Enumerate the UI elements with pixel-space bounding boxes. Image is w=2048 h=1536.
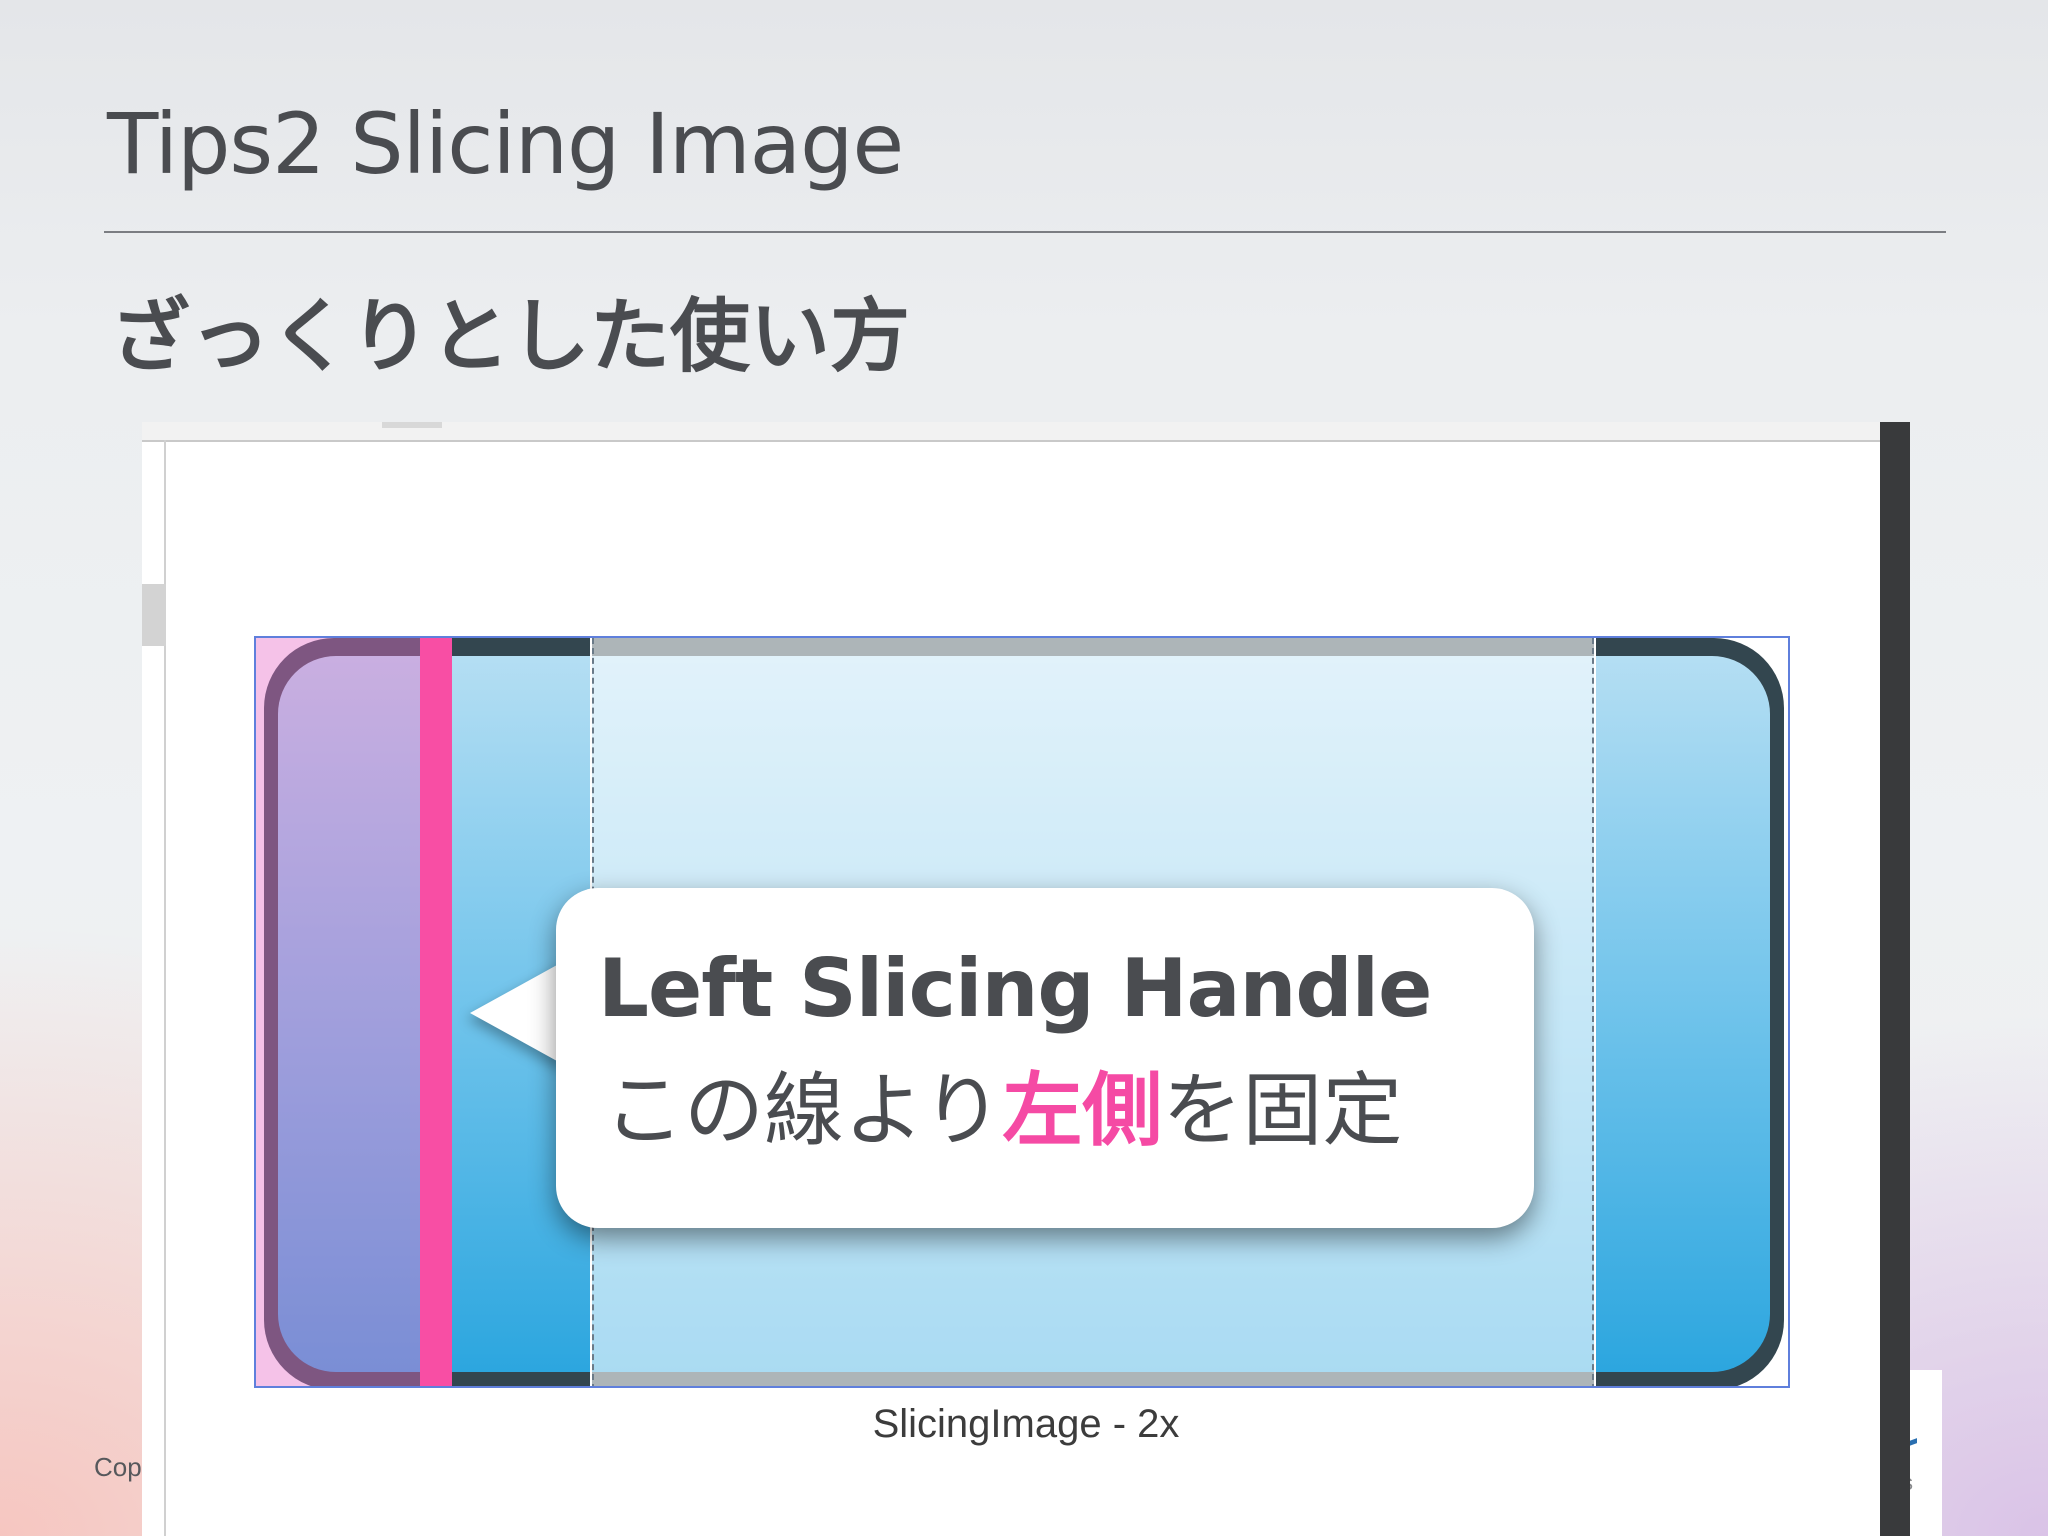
title-main: Slicing Image xyxy=(324,95,904,193)
scrollbar[interactable] xyxy=(1880,422,1910,1536)
footer-copyright: Cop xyxy=(94,1452,142,1482)
editor-left-block xyxy=(142,584,166,646)
image-set-caption: SlicingImage - 2x xyxy=(872,1402,1180,1446)
callout-body-after: を固定 xyxy=(1162,1064,1403,1157)
title-divider xyxy=(104,231,1946,233)
callout-body: この線より左側を固定 xyxy=(604,1046,1402,1162)
callout-pointer xyxy=(470,960,566,1066)
slide-title: Tips2 Slicing Image xyxy=(107,95,904,193)
slide-subtitle: ざっくりとした使い方 xyxy=(110,290,910,383)
left-fixed-region xyxy=(256,638,422,1386)
callout-title: Left Slicing Handle xyxy=(598,942,1432,1035)
callout: Left Slicing Handle この線より左側を固定 xyxy=(556,888,1534,1228)
callout-body-highlight: 左側 xyxy=(1002,1064,1163,1157)
editor-top-tab xyxy=(382,422,442,428)
left-slicing-handle[interactable] xyxy=(420,638,452,1386)
callout-body-before: この線より xyxy=(604,1064,1003,1157)
title-prefix: Tips2 xyxy=(107,95,326,193)
